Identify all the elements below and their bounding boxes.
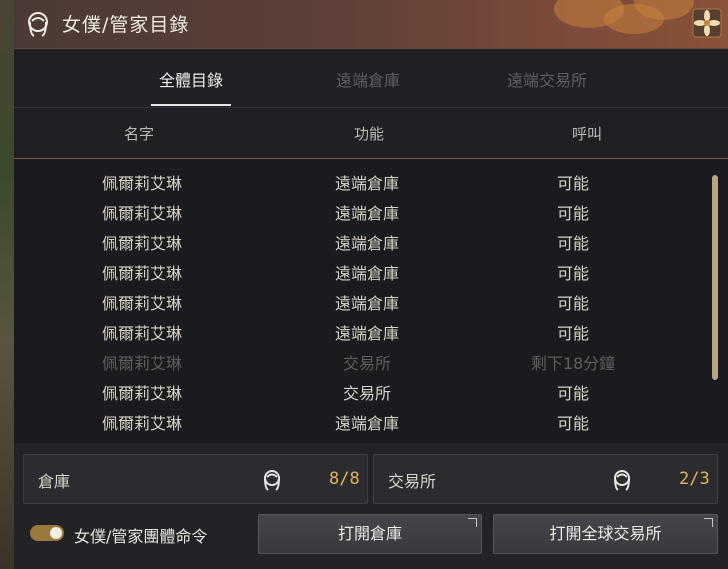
- table-row[interactable]: 佩爾莉艾琳 遠端倉庫 可能: [14, 315, 714, 345]
- table-row[interactable]: 佩爾莉艾琳 遠端倉庫 可能: [14, 285, 714, 315]
- maid-name: 佩爾莉艾琳: [101, 234, 183, 253]
- maid-function: 遠端倉庫: [334, 414, 400, 433]
- market-count: 2/3: [679, 469, 710, 489]
- tab-remote-storage[interactable]: 遠端倉庫: [336, 67, 400, 91]
- maid-function: 交易所: [342, 354, 392, 373]
- table-row[interactable]: 佩爾莉艾琳 遠端倉庫 可能: [14, 195, 714, 225]
- maid-name: 佩爾莉艾琳: [101, 294, 183, 313]
- storage-count: 8/8: [329, 469, 360, 489]
- group-command-toggle[interactable]: [30, 525, 64, 541]
- open-global-market-label: 打開全球交易所: [549, 524, 662, 543]
- maid-icon: [614, 470, 630, 491]
- flower-emblem-icon[interactable]: [692, 8, 722, 38]
- open-storage-label: 打開倉庫: [337, 524, 402, 543]
- maid-call-status: 可能: [556, 294, 590, 313]
- maid-name: 佩爾莉艾琳: [101, 264, 183, 283]
- maid-name: 佩爾莉艾琳: [101, 384, 183, 403]
- maid-function: 遠端倉庫: [334, 264, 400, 283]
- open-global-market-button[interactable]: 打開全球交易所: [493, 514, 718, 554]
- maid-call-status: 可能: [556, 414, 590, 433]
- maid-function: 遠端倉庫: [334, 294, 400, 313]
- maid-butler-window: 女僕/管家目錄 全體目錄 遠端倉庫 遠端交易所 名字 功能 呼叫 佩爾莉艾琳 遠…: [14, 0, 728, 569]
- table-row[interactable]: 佩爾莉艾琳 遠端倉庫 可能: [14, 255, 714, 285]
- table-row[interactable]: 佩爾莉艾琳 遠端倉庫 可能: [14, 405, 714, 435]
- table-row[interactable]: 佩爾莉艾琳 交易所 剩下18分鐘: [14, 345, 714, 375]
- tab-all-directory[interactable]: 全體目錄: [159, 67, 223, 91]
- table-header: 名字 功能 呼叫: [14, 108, 728, 158]
- maid-name: 佩爾莉艾琳: [101, 324, 183, 343]
- maid-function: 遠端倉庫: [334, 174, 400, 193]
- title-bar[interactable]: 女僕/管家目錄: [14, 0, 728, 49]
- maid-icon: [264, 470, 280, 491]
- maid-call-status: 可能: [556, 174, 590, 193]
- open-storage-button[interactable]: 打開倉庫: [258, 514, 482, 554]
- maid-function: 遠端倉庫: [334, 234, 400, 253]
- maid-name: 佩爾莉艾琳: [101, 174, 183, 193]
- game-background: [0, 0, 14, 569]
- maid-function: 交易所: [342, 384, 392, 403]
- tab-bar: 全體目錄 遠端倉庫 遠端交易所: [14, 49, 728, 107]
- table-row[interactable]: 佩爾莉艾琳 遠端倉庫 可能: [14, 165, 714, 195]
- corner-arrow-icon: [704, 518, 713, 527]
- market-count-box: 交易所 2/3: [373, 454, 718, 504]
- list-scrollbar[interactable]: [712, 175, 718, 380]
- maid-function: 遠端倉庫: [334, 324, 400, 343]
- maid-call-status: 可能: [556, 204, 590, 223]
- table-row[interactable]: 佩爾莉艾琳 交易所 可能: [14, 375, 714, 405]
- group-command-label: 女僕/管家團體命令: [74, 527, 208, 546]
- tab-remote-market[interactable]: 遠端交易所: [507, 67, 587, 91]
- table-row[interactable]: 佩爾莉艾琳 遠端倉庫 可能: [14, 225, 714, 255]
- active-tab-indicator: [151, 104, 231, 106]
- maid-name: 佩爾莉艾琳: [101, 414, 183, 433]
- market-label: 交易所: [388, 472, 437, 491]
- corner-arrow-icon: [468, 518, 477, 527]
- column-header-name: 名字: [124, 125, 155, 143]
- storage-count-box: 倉庫 8/8: [23, 454, 368, 504]
- maid-call-status: 剩下18分鐘: [530, 354, 616, 373]
- column-header-call: 呼叫: [572, 125, 603, 143]
- window-title: 女僕/管家目錄: [62, 14, 190, 36]
- maid-call-status: 可能: [556, 264, 590, 283]
- maid-call-status: 可能: [556, 234, 590, 253]
- toggle-knob: [50, 527, 62, 539]
- maid-function: 遠端倉庫: [334, 204, 400, 223]
- storage-label: 倉庫: [38, 472, 71, 491]
- maid-icon: [28, 12, 48, 37]
- maid-name: 佩爾莉艾琳: [101, 204, 183, 223]
- maid-call-status: 可能: [556, 324, 590, 343]
- maid-call-status: 可能: [556, 384, 590, 403]
- column-header-function: 功能: [354, 125, 385, 143]
- maid-name: 佩爾莉艾琳: [101, 354, 183, 373]
- maid-list: 佩爾莉艾琳 遠端倉庫 可能 佩爾莉艾琳 遠端倉庫 可能 佩爾莉艾琳 遠端倉庫 可…: [14, 159, 728, 443]
